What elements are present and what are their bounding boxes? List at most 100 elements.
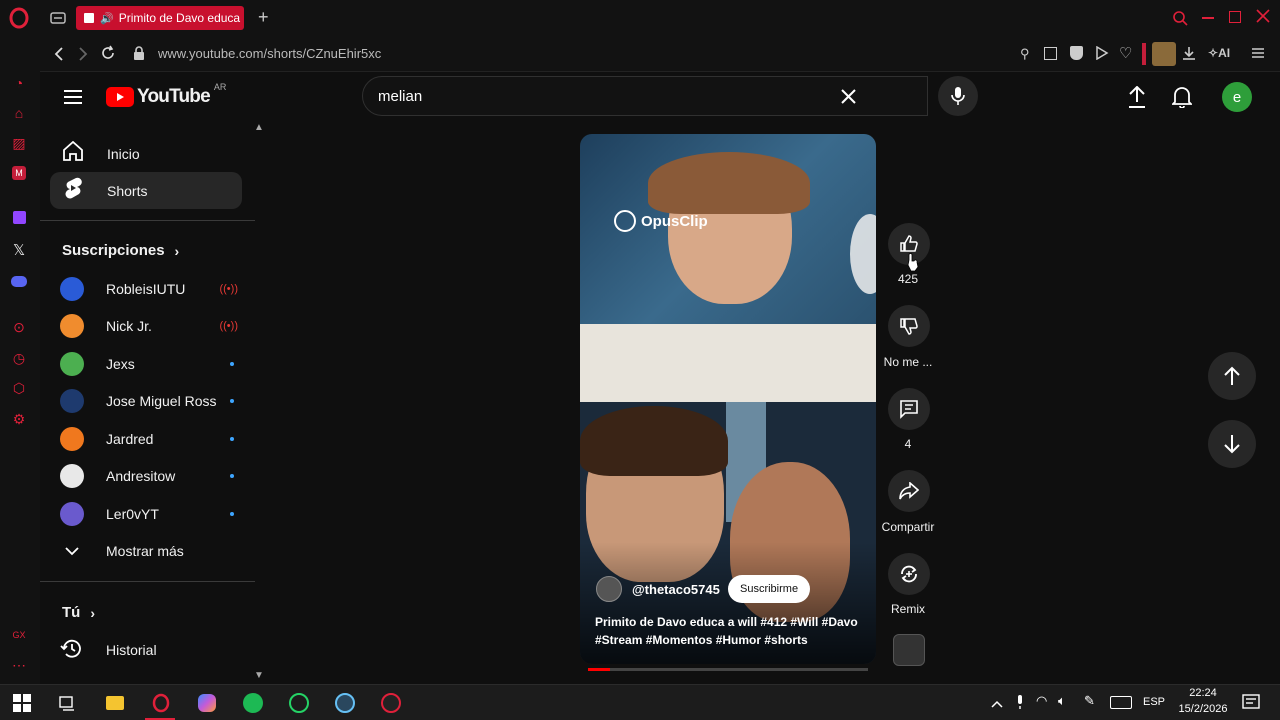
clock-time[interactable]: 22:24 [1172,687,1234,699]
search-input[interactable]: melian [378,88,422,105]
forward-icon[interactable] [76,46,90,67]
subscription-item[interactable]: Andresitow [50,458,242,494]
dislike-button[interactable] [888,305,930,347]
short-video-player[interactable]: OpusClip @thetaco5745 Suscribirme Primit… [580,134,876,664]
new-content-dot [230,512,234,516]
opera-gx-taskbar-icon[interactable] [149,691,173,715]
download-icon[interactable] [1182,46,1196,65]
comment-count: 4 [904,437,912,451]
lock-icon[interactable] [132,45,146,66]
active-tab[interactable]: 🔊 Primito de Davo educa [76,6,244,30]
extensions-icon[interactable]: ⬡ [10,379,28,397]
nav-shorts[interactable]: Shorts [50,172,242,209]
dislike-label: No me ... [883,355,933,369]
new-tab-button[interactable]: + [258,7,269,27]
more-dots-icon[interactable]: ⋯ [10,656,28,674]
nav-history[interactable]: Historial [50,632,242,668]
language-indicator[interactable]: ESP [1143,696,1165,708]
you-header[interactable]: Tú › [62,604,95,621]
heart-icon[interactable]: ♡ [1119,44,1132,62]
task-view-icon[interactable] [55,691,79,715]
aria-icon[interactable]: ◔ [10,74,28,92]
subscriptions-header[interactable]: Suscripciones › [62,242,179,259]
maximize-icon[interactable] [1229,11,1241,23]
next-short-button[interactable] [1208,420,1256,468]
steam-icon[interactable] [333,691,357,715]
new-content-dot [230,437,234,441]
keyboard-icon[interactable] [1110,696,1132,709]
progress-bar[interactable] [588,668,868,671]
whatsapp-icon[interactable] [287,691,311,715]
opera-logo-icon[interactable] [8,7,30,29]
ai-button[interactable]: ✧AI [1208,46,1230,60]
clock-date[interactable]: 15/2/2026 [1172,703,1234,715]
workspaces-icon[interactable]: ▨ [10,134,28,152]
show-more-button[interactable]: Mostrar más [50,533,242,569]
comments-button[interactable] [888,388,930,430]
back-icon[interactable] [52,46,66,67]
copilot-icon[interactable] [195,691,219,715]
share-button[interactable] [888,470,930,512]
clear-search-icon[interactable] [841,89,856,109]
youtube-logo[interactable]: YouTube AR [106,82,226,108]
gx-control-icon[interactable]: GX [10,626,28,644]
channel-avatar [60,389,84,413]
channel-avatar [60,427,84,451]
upload-icon[interactable] [1128,85,1146,113]
account-avatar[interactable]: e [1222,82,1252,112]
minimize-icon[interactable] [1202,17,1214,19]
youtube-region: AR [213,82,227,92]
subscription-item[interactable]: Ler0vYT [50,496,242,532]
twitch-icon[interactable] [10,208,28,226]
jacket-image [580,324,876,402]
discord-icon[interactable] [10,272,28,290]
remix-button[interactable] [888,553,930,595]
x-twitter-icon[interactable]: 𝕏 [10,241,28,259]
tab-islands-icon[interactable] [50,10,66,26]
subscription-item[interactable]: Nick Jr. ((•)) [50,308,242,344]
nav-home-label: Inicio [107,145,140,162]
easy-setup-icon[interactable] [1251,46,1265,65]
spotify-icon[interactable] [241,691,265,715]
notifications-bell-icon[interactable] [1170,86,1194,113]
tab-stop-icon[interactable] [84,13,94,23]
play-icon[interactable] [1095,45,1109,65]
scroll-down-icon[interactable]: ▼ [254,670,264,681]
pocket-shield-icon[interactable] [1070,46,1083,60]
chevron-up-icon[interactable] [991,695,1003,713]
pin-icon[interactable]: ⚲ [1020,46,1030,62]
messenger-icon[interactable]: M [10,164,28,182]
file-explorer-icon[interactable] [103,691,127,715]
pen-icon[interactable]: ✎ [1084,693,1095,709]
menu-icon[interactable] [64,89,82,110]
subscription-item[interactable]: Jexs [50,346,242,382]
shopping-icon[interactable]: ⌂ [10,104,28,122]
windows-start-icon[interactable] [10,691,34,715]
player-icon[interactable]: ⊙ [10,318,28,336]
subscription-item[interactable]: Jose Miguel Ross [50,383,242,419]
close-window-icon[interactable] [1256,9,1270,28]
volume-icon[interactable]: 🔈︎ [1058,693,1066,709]
subscription-item[interactable]: Jardred [50,421,242,457]
voice-search-button[interactable] [938,76,978,116]
wifi-icon[interactable]: ◠ [1036,693,1047,709]
url-field[interactable]: www.youtube.com/shorts/CZnuEhir5xc [158,46,381,61]
reload-icon[interactable] [100,45,116,66]
subscription-item[interactable]: RobleisIUTU ((•)) [50,271,242,307]
channel-name[interactable]: @thetaco5745 [632,582,720,597]
history-clock-icon[interactable]: ◷ [10,349,28,367]
previous-short-button[interactable] [1208,352,1256,400]
subscribe-button[interactable]: Suscribirme [728,575,811,603]
scroll-up-icon[interactable]: ▲ [254,122,264,133]
notification-center-icon[interactable] [1242,694,1260,717]
audio-thumbnail[interactable] [893,634,925,666]
snapshot-icon[interactable] [1044,47,1057,60]
profile-avatar[interactable] [1152,42,1176,66]
microphone-tray-icon[interactable] [1015,694,1025,715]
recording-app-icon[interactable] [379,691,403,715]
nav-home[interactable]: Inicio [50,135,242,172]
settings-gear-icon[interactable]: ⚙ [10,410,28,428]
search-tabs-icon[interactable] [1172,10,1188,31]
tab-audio-icon[interactable]: 🔊 [100,12,114,25]
channel-avatar[interactable] [596,576,622,602]
